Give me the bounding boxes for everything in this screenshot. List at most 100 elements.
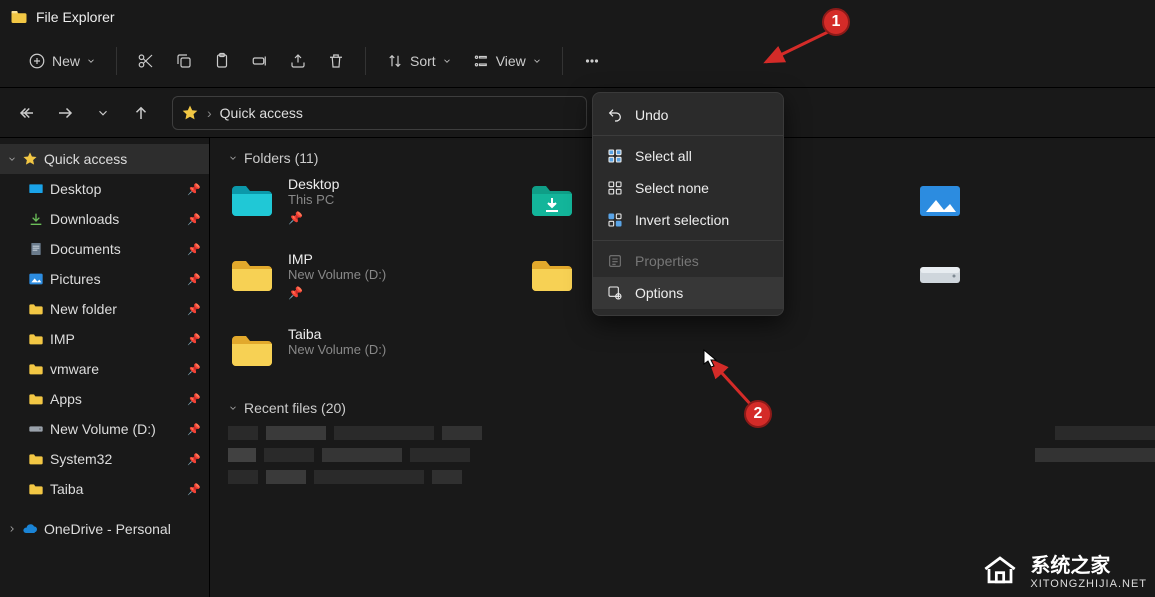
new-label: New — [52, 53, 80, 69]
menu-item-select-none[interactable]: Select none — [593, 172, 783, 204]
arrow-right-icon — [56, 104, 74, 122]
copy-button[interactable] — [165, 46, 203, 76]
chevron-down-icon — [96, 106, 110, 120]
back-button[interactable] — [14, 100, 40, 126]
recent-locations-button[interactable] — [90, 100, 116, 126]
menu-item-label: Invert selection — [635, 212, 729, 228]
chevron-down-icon — [228, 403, 238, 413]
folder-icon — [28, 481, 44, 497]
sidebar-item-label: Desktop — [50, 181, 183, 197]
documents-icon — [28, 241, 44, 257]
sort-button[interactable]: Sort — [376, 46, 462, 76]
desktop-folder-icon — [228, 176, 276, 224]
more-button[interactable] — [573, 46, 611, 76]
ellipsis-icon — [583, 52, 601, 70]
sort-label: Sort — [410, 53, 436, 69]
sidebar-item-label: vmware — [50, 361, 183, 377]
breadcrumb-location[interactable]: Quick access — [220, 105, 303, 121]
folder-icon — [228, 326, 276, 374]
toolbar: New Sort View — [0, 34, 1155, 88]
rename-icon — [251, 52, 269, 70]
sidebar-item-volume-d[interactable]: New Volume (D:)📌 — [0, 414, 209, 444]
rename-button[interactable] — [241, 46, 279, 76]
drive-icon — [28, 421, 44, 437]
up-button[interactable] — [128, 100, 154, 126]
folder-item-desktop[interactable]: DesktopThis PC📌 — [228, 176, 488, 225]
folder-icon — [28, 331, 44, 347]
menu-item-label: Select none — [635, 180, 709, 196]
cloud-icon — [22, 521, 38, 537]
sidebar-item-pictures[interactable]: Pictures 📌 — [0, 264, 209, 294]
desktop-icon — [28, 181, 44, 197]
pin-icon: 📌 — [187, 423, 201, 436]
toolbar-separator — [116, 47, 117, 75]
navbar: › Quick access — [0, 88, 1155, 138]
menu-item-select-all[interactable]: Select all — [593, 140, 783, 172]
pin-icon: 📌 — [187, 273, 201, 286]
pictures-folder-icon — [916, 176, 964, 224]
sidebar-item-label: Documents — [50, 241, 183, 257]
menu-item-invert-selection[interactable]: Invert selection — [593, 204, 783, 236]
recent-files-section-header[interactable]: Recent files (20) — [228, 400, 1155, 416]
view-button[interactable]: View — [462, 46, 552, 76]
annotation-callout-1: 1 — [822, 8, 850, 36]
invert-selection-icon — [607, 212, 623, 228]
more-menu: Undo Select all Select none Invert selec… — [592, 92, 784, 316]
menu-item-label: Undo — [635, 107, 668, 123]
recent-files-redacted — [228, 426, 1155, 484]
sidebar-item-taiba[interactable]: Taiba📌 — [0, 474, 209, 504]
paste-button[interactable] — [203, 46, 241, 76]
pin-icon: 📌 — [187, 363, 201, 376]
sidebar-item-apps[interactable]: Apps📌 — [0, 384, 209, 414]
sidebar-item-label: System32 — [50, 451, 183, 467]
sidebar-item-quick-access[interactable]: Quick access — [0, 144, 209, 174]
delete-button[interactable] — [317, 46, 355, 76]
share-button[interactable] — [279, 46, 317, 76]
menu-item-undo[interactable]: Undo — [593, 99, 783, 131]
menu-item-options[interactable]: Options — [593, 277, 783, 309]
chevron-down-icon — [442, 56, 452, 66]
select-all-icon — [607, 148, 623, 164]
downloads-folder-icon — [528, 176, 576, 224]
cursor-icon — [703, 349, 719, 369]
new-button[interactable]: New — [18, 46, 106, 76]
folder-item-imp[interactable]: IMPNew Volume (D:)📌 — [228, 251, 488, 300]
watermark-logo-icon — [978, 547, 1022, 591]
pin-icon: 📌 — [187, 213, 201, 226]
toolbar-separator — [365, 47, 366, 75]
download-icon — [28, 211, 44, 227]
chevron-down-icon — [86, 56, 96, 66]
sidebar-item-imp[interactable]: IMP📌 — [0, 324, 209, 354]
sidebar-item-desktop[interactable]: Desktop📌 — [0, 174, 209, 204]
scissors-icon — [137, 52, 155, 70]
sidebar-item-vmware[interactable]: vmware 📌 — [0, 354, 209, 384]
annotation-callout-2: 2 — [744, 400, 772, 428]
sidebar-item-onedrive[interactable]: OneDrive - Personal — [0, 514, 209, 544]
folder-item-drive[interactable] — [916, 251, 964, 300]
watermark-subtitle: XITONGZHIJIA.NET — [1030, 578, 1147, 590]
sidebar-item-label: Pictures — [50, 271, 183, 287]
sidebar-item-downloads[interactable]: Downloads 📌 — [0, 204, 209, 234]
folder-item-generic[interactable] — [528, 251, 576, 300]
window-title: File Explorer — [36, 9, 115, 25]
folder-item-taiba[interactable]: TaibaNew Volume (D:) — [228, 326, 488, 374]
sidebar-item-label: Downloads — [50, 211, 183, 227]
watermark-title: 系统之家 — [1030, 549, 1147, 578]
forward-button[interactable] — [52, 100, 78, 126]
cut-button[interactable] — [127, 46, 165, 76]
view-label: View — [496, 53, 526, 69]
sidebar-item-label: OneDrive - Personal — [44, 521, 201, 537]
folder-icon — [28, 451, 44, 467]
sidebar-item-new-folder[interactable]: New folder📌 — [0, 294, 209, 324]
sidebar-item-system32[interactable]: System32 📌 — [0, 444, 209, 474]
pin-icon: 📌 — [187, 453, 201, 466]
folder-item-pictures[interactable] — [916, 176, 964, 225]
pin-icon: 📌 — [288, 211, 339, 225]
address-bar[interactable]: › Quick access — [172, 96, 587, 130]
folder-icon — [228, 251, 276, 299]
sidebar-item-documents[interactable]: Documents📌 — [0, 234, 209, 264]
trash-icon — [327, 52, 345, 70]
menu-separator — [593, 240, 783, 241]
pin-icon: 📌 — [187, 333, 201, 346]
folder-item-downloads[interactable] — [528, 176, 576, 225]
